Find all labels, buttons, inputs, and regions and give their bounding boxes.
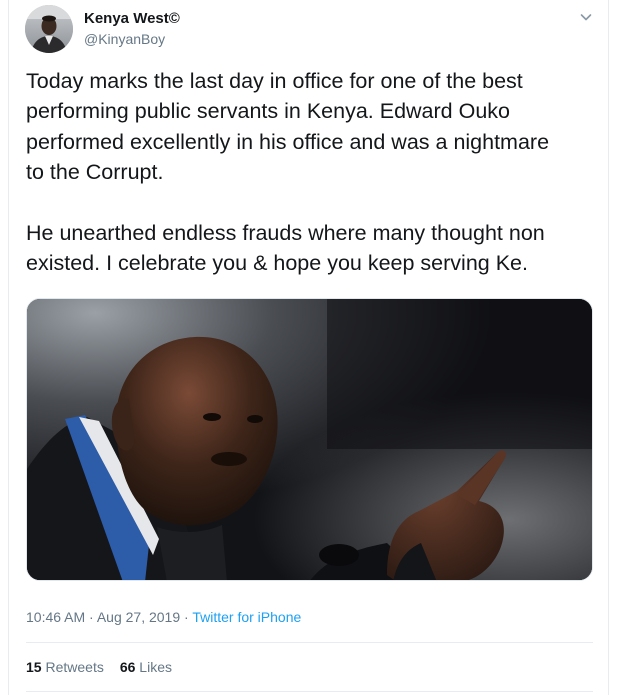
tweet-stats: 15 Retweets 66 Likes [26, 658, 172, 676]
divider [26, 642, 593, 643]
meta-separator: · [180, 609, 193, 625]
retweets-label: Retweets [45, 659, 104, 675]
likes-count: 66 [119, 659, 136, 675]
retweets-count: 15 [26, 659, 42, 675]
tweet-card: Kenya West© @KinyanBoy Today marks the l… [8, 0, 609, 695]
tweet-meta: 10:46 AM · Aug 27, 2019 · Twitter for iP… [26, 608, 301, 626]
tweet-text: Today marks the last day in office for o… [26, 66, 598, 278]
tweet-timestamp[interactable]: 10:46 AM · Aug 27, 2019 [26, 609, 180, 625]
tweet-photo[interactable] [26, 298, 593, 581]
avatar[interactable] [25, 5, 73, 53]
chevron-down-icon[interactable] [578, 9, 594, 25]
avatar-image [25, 5, 73, 53]
likes-stat[interactable]: 66 Likes [120, 659, 172, 675]
divider [26, 691, 593, 692]
photo-image [27, 299, 592, 580]
tweet-paragraph: He unearthed endless frauds where many t… [26, 220, 545, 276]
tweet-paragraph: Today marks the last day in office for o… [26, 69, 550, 185]
author-name[interactable]: Kenya West© [84, 10, 180, 28]
likes-label: Likes [139, 659, 172, 675]
author-handle[interactable]: @KinyanBoy [84, 31, 165, 48]
retweets-stat[interactable]: 15 Retweets [26, 659, 104, 675]
tweet-source-link[interactable]: Twitter for iPhone [192, 609, 301, 625]
